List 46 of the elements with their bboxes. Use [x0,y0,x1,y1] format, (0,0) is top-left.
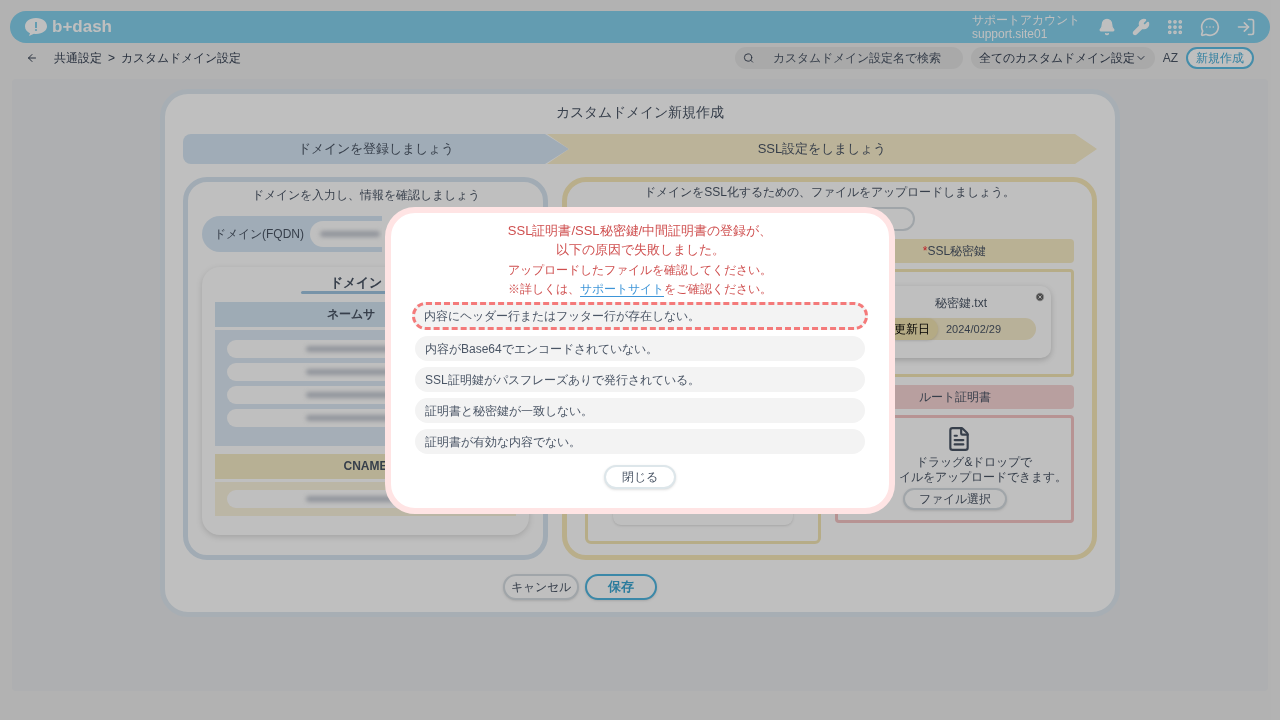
wrench-icon[interactable] [1132,18,1150,36]
reason-item: 証明書と秘密鍵が一致しない。 [415,398,865,423]
sort-button[interactable]: AZ [1162,49,1178,67]
section-label: SSL秘密鍵 [927,243,987,260]
error-title: SSL証明書/SSL秘密鍵/中間証明書の登録が、 [507,222,773,240]
step-indicator: SSL設定をしましょう [547,134,1097,164]
required-mark: * [922,243,928,260]
account-name: サポートアカウント [972,13,1080,27]
reason-item: 証明書が有効な内容でない。 [415,429,865,454]
breadcrumb-separator: > [108,50,115,67]
search-field[interactable]: カスタムドメイン設定名で検索 [734,47,963,69]
field-label: ドメイン(FQDN) [213,226,304,243]
step-indicator: ドメインを登録しましょう [183,134,569,164]
reason-item: 内容にヘッダー行またはフッター行が存在しない。 [412,302,868,330]
date-value: 2024/02/29 [946,321,1002,337]
error-title: 以下の原因で失敗しました。 [555,241,725,259]
account-id: support.site01 [972,27,1049,41]
file-name: 秘密鍵.txt [935,295,987,312]
dialog-title: カスタムドメイン新規作成 [555,103,725,122]
panel-heading: ドメインをSSL化するための、ファイルをアップロードしましょう。 [643,184,1016,201]
back-icon[interactable] [26,52,38,64]
logo-text: b+dash [52,16,112,39]
logout-icon[interactable] [1236,17,1256,37]
drop-text: イルをアップロードできます。 [899,470,1068,485]
chat-icon[interactable] [1200,17,1220,37]
cancel-button[interactable]: キャンセル [503,574,579,600]
file-select-button[interactable]: ファイル選択 [902,488,1007,510]
domain-field[interactable]: ドメイン(FQDN) [202,216,382,252]
apps-grid-icon[interactable] [1166,18,1184,36]
support-link[interactable]: サポートサイト [580,282,664,297]
reason-item: 内容がBase64でエンコードされていない。 [415,336,865,361]
search-icon [742,52,754,64]
logo-icon [24,17,48,37]
drop-text: ドラッグ&ドロップで [916,455,1033,470]
panel-heading: ドメインを入力し、情報を確認しましょう [250,187,481,204]
filter-select[interactable]: 全てのカスタムドメイン設定 [970,47,1155,69]
breadcrumb-item[interactable]: 共通設定 [54,49,102,67]
section-heading: ドメイン [329,274,382,292]
search-input[interactable]: カスタムドメイン設定名で検索 [759,49,955,67]
close-button[interactable]: 閉じる [604,465,676,489]
bell-icon[interactable] [1098,18,1116,36]
remove-icon[interactable] [1035,292,1045,302]
breadcrumb-item[interactable]: カスタムドメイン設定 [121,49,241,67]
reason-item: SSL証明鍵がパスフレーズありで発行されている。 [415,367,865,392]
error-subtitle: アップロードしたファイルを確認してください。 [508,262,772,279]
error-note: ※詳しくは、サポートサイト をご確認ください。 [508,281,772,298]
